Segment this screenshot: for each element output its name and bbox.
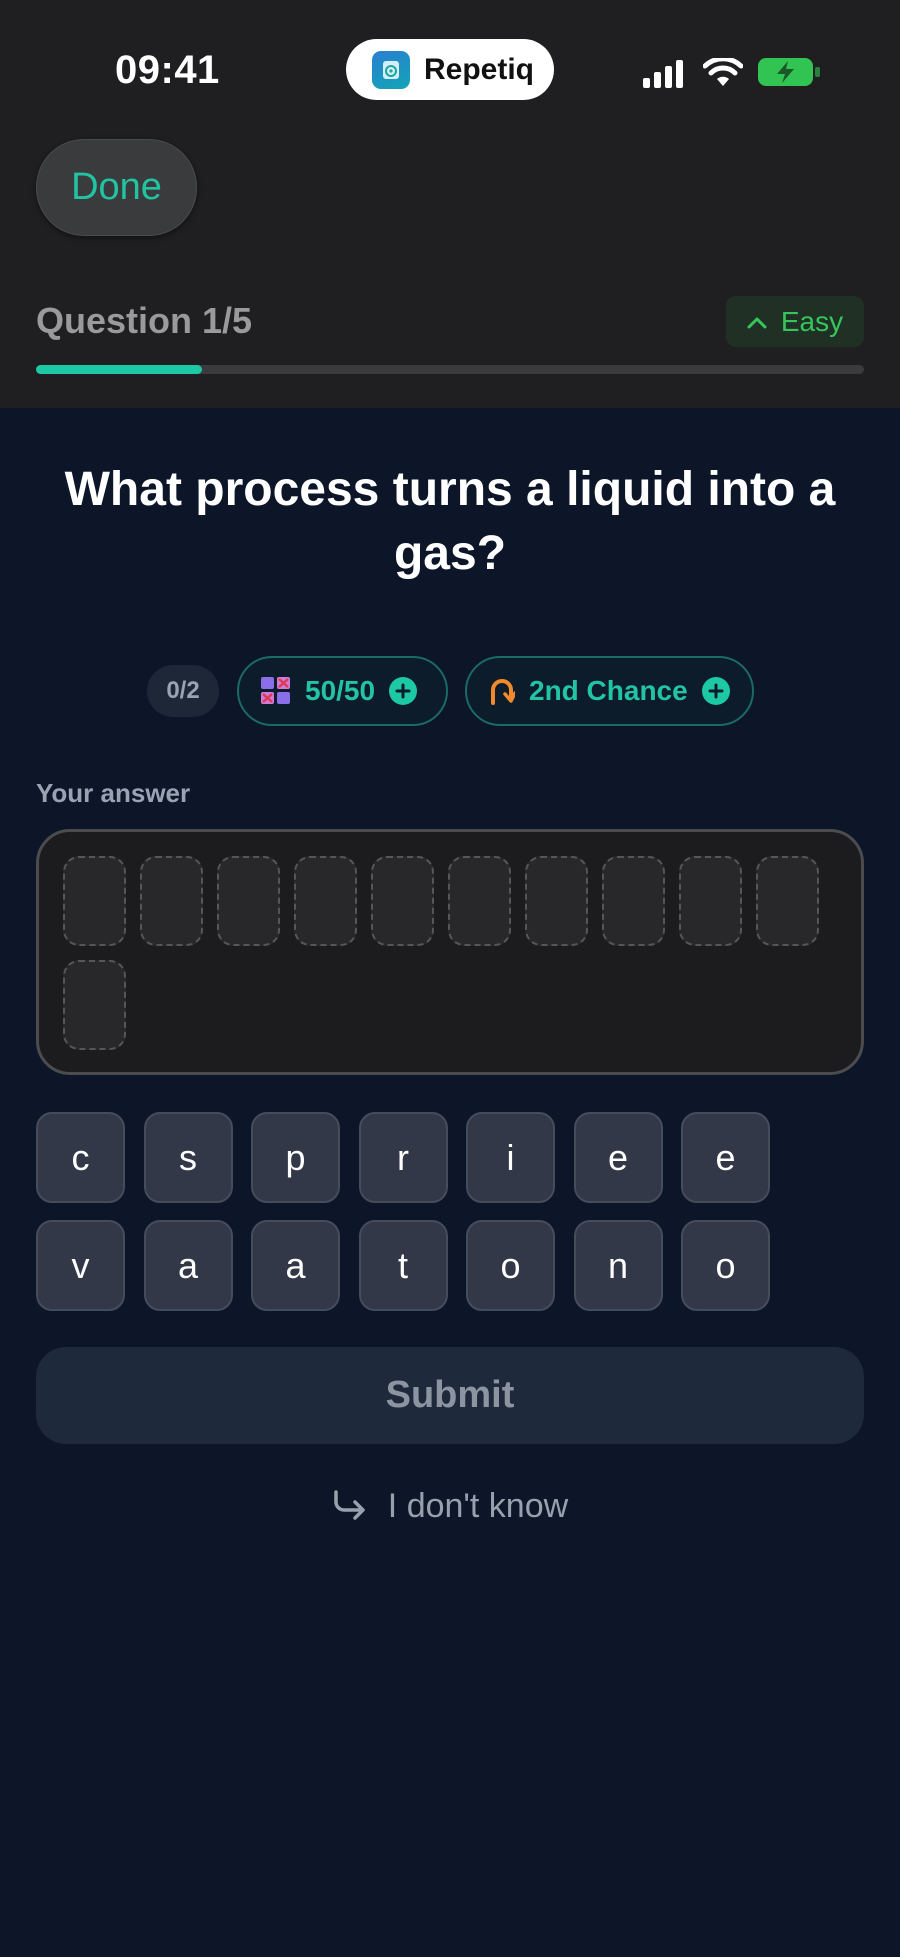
answer-slot[interactable] <box>525 856 588 946</box>
lifeline-uses-counter: 0/2 <box>147 665 219 717</box>
question-text: What process turns a liquid into a gas? <box>64 463 836 580</box>
second-chance-button[interactable]: 2nd Chance <box>465 656 754 726</box>
letter-key[interactable]: a <box>143 1220 233 1311</box>
letter-key[interactable]: o <box>681 1220 770 1311</box>
second-chance-icon <box>489 677 515 705</box>
letter-key[interactable]: v <box>36 1220 125 1311</box>
letter-key[interactable]: c <box>36 1112 125 1203</box>
answer-slot[interactable] <box>63 960 126 1050</box>
answer-slot[interactable] <box>679 856 742 946</box>
lifelines-row: 0/2 50/50 2nd Chance <box>0 656 900 726</box>
answer-slot[interactable] <box>756 856 819 946</box>
wifi-icon <box>703 58 743 86</box>
answer-slot[interactable] <box>602 856 665 946</box>
letter-key[interactable]: i <box>466 1112 555 1203</box>
plus-icon <box>389 677 418 705</box>
letter-key[interactable]: p <box>251 1112 340 1203</box>
fifty-fifty-button[interactable]: 50/50 <box>237 656 448 726</box>
skip-arrow-icon <box>334 1490 365 1520</box>
progress-fill <box>36 365 202 374</box>
dynamic-island-app-pill: Repetiq <box>346 39 554 100</box>
done-button[interactable]: Done <box>36 139 197 236</box>
answer-slot[interactable] <box>217 856 280 946</box>
difficulty-badge[interactable]: Easy <box>726 296 864 347</box>
status-time: 09:41 <box>115 48 220 92</box>
letter-key[interactable]: s <box>143 1112 233 1203</box>
answer-label: Your answer <box>36 778 191 808</box>
letter-key[interactable]: e <box>573 1112 663 1203</box>
question-progress-bar <box>36 365 864 374</box>
letter-key[interactable]: e <box>681 1112 770 1203</box>
chevron-up-icon <box>747 317 767 328</box>
answer-slot[interactable] <box>140 856 203 946</box>
letter-key[interactable]: a <box>251 1220 340 1311</box>
letter-key[interactable]: t <box>358 1220 448 1311</box>
plus-icon <box>701 677 730 705</box>
app-logo-icon <box>372 50 410 89</box>
dont-know-label: I don't know <box>387 1486 569 1525</box>
difficulty-label: Easy <box>780 305 844 337</box>
answer-slot[interactable] <box>371 856 434 946</box>
letter-key[interactable]: o <box>466 1220 555 1311</box>
answer-slot[interactable] <box>448 856 511 946</box>
answer-slot[interactable] <box>294 856 357 946</box>
fifty-fifty-label: 50/50 <box>305 675 376 706</box>
app-name: Repetiq <box>424 52 535 86</box>
second-chance-label: 2nd Chance <box>529 675 688 706</box>
submit-button[interactable]: Submit <box>36 1347 864 1444</box>
dont-know-button[interactable]: I don't know <box>0 1478 900 1534</box>
question-counter: Question 1/5 <box>36 300 253 341</box>
letter-key[interactable]: n <box>573 1220 663 1311</box>
answer-slot[interactable] <box>63 856 126 946</box>
answer-input-area[interactable] <box>36 829 864 1075</box>
cellular-signal-icon <box>643 60 683 88</box>
battery-charging-icon <box>758 58 820 86</box>
fifty-fifty-icon <box>261 677 291 705</box>
letter-key[interactable]: r <box>358 1112 448 1203</box>
